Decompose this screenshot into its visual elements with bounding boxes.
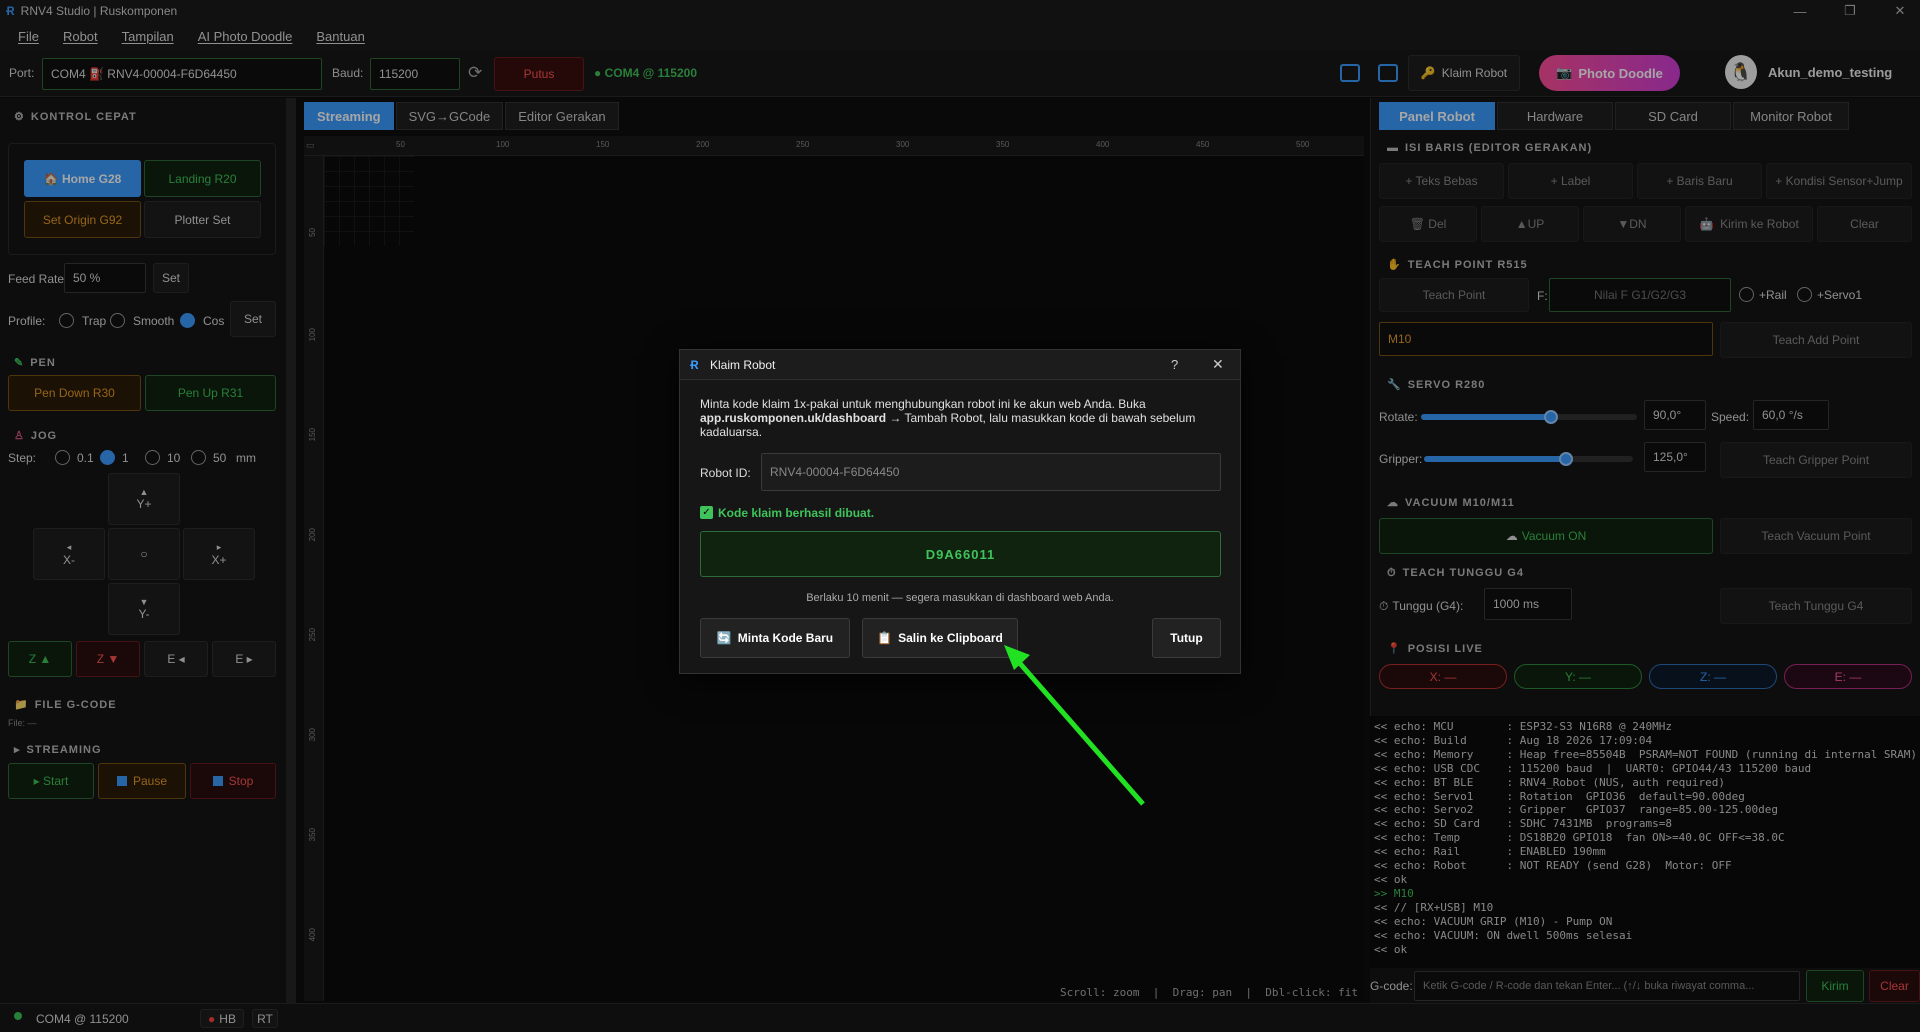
annotation-arrow-icon	[1004, 645, 1145, 806]
